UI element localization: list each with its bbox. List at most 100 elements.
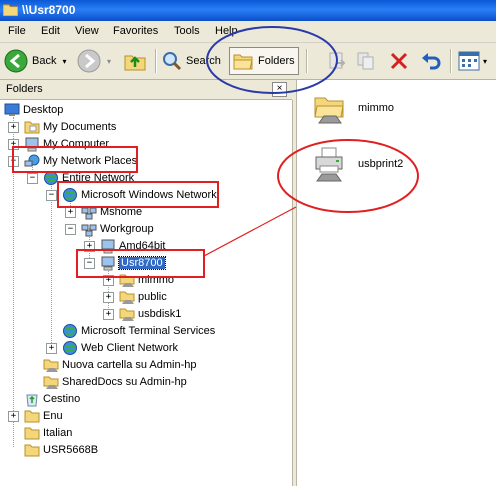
close-pane-button[interactable]: × — [272, 82, 287, 97]
move-to-button[interactable] — [327, 47, 349, 75]
tree-item-my-computer[interactable]: My Computer — [24, 135, 109, 152]
search-label: Search — [186, 55, 221, 67]
menu-view[interactable]: View — [75, 25, 99, 37]
collapse-toggle[interactable]: − — [84, 258, 95, 269]
folder-icon — [24, 410, 40, 422]
title-bar: \\Usr8700 — [0, 0, 496, 21]
computer-icon — [25, 137, 39, 151]
menu-tools[interactable]: Tools — [174, 25, 200, 37]
collapse-toggle[interactable]: − — [8, 156, 19, 167]
tree-item-usbdisk1[interactable]: usbdisk1 — [119, 305, 181, 322]
expand-toggle[interactable]: + — [103, 292, 114, 303]
back-dropdown-icon[interactable]: ▾ — [62, 57, 66, 66]
back-button[interactable]: Back ▾ — [4, 47, 72, 75]
folders-label: Folders — [258, 55, 295, 67]
folders-pane-header: Folders × — [0, 80, 292, 100]
tree-item-workgroup[interactable]: Workgroup — [81, 220, 154, 237]
tree-label: SharedDocs su Admin-hp — [62, 375, 187, 388]
toolbar-separator — [306, 49, 308, 73]
views-button[interactable]: ▾ — [458, 47, 494, 75]
tree-label: Amd64bit — [119, 239, 166, 252]
tree-label: mimmo — [138, 273, 175, 286]
tree-item-amd64bit[interactable]: Amd64bit — [100, 237, 165, 254]
search-button[interactable]: Search — [162, 47, 224, 75]
content-item-usbprint2[interactable]: usbprint2 — [313, 144, 453, 184]
expand-toggle[interactable]: + — [84, 241, 95, 252]
shared-folder-icon — [314, 97, 344, 124]
folder-icon — [24, 427, 40, 439]
copy-to-button[interactable] — [356, 47, 378, 75]
move-to-icon — [329, 52, 346, 69]
folders-icon — [233, 54, 253, 70]
tree-label: Enu — [43, 409, 63, 422]
shared-folder-icon — [119, 291, 135, 304]
folder-tree[interactable]: Desktop + My Documents + My Computer − M… — [0, 100, 293, 486]
expand-toggle[interactable]: + — [103, 275, 114, 286]
tree-label: usbdisk1 — [138, 307, 182, 320]
collapse-toggle[interactable]: − — [27, 173, 38, 184]
tree-label: My Documents — [43, 120, 117, 133]
tree-label: My Computer — [43, 137, 110, 150]
tree-item-nuova-cartella[interactable]: Nuova cartella su Admin-hp — [43, 356, 197, 373]
menu-file[interactable]: File — [8, 25, 26, 37]
views-icon — [458, 51, 480, 71]
expand-toggle[interactable]: + — [8, 411, 19, 422]
content-item-mimmo[interactable]: mimmo — [313, 90, 453, 126]
content-item-label: mimmo — [358, 102, 395, 114]
menu-help[interactable]: Help — [215, 25, 238, 37]
tree-label: My Network Places — [43, 154, 138, 167]
menu-edit[interactable]: Edit — [41, 25, 60, 37]
collapse-toggle[interactable]: − — [46, 190, 57, 201]
globe-icon — [63, 187, 77, 202]
tree-item-desktop[interactable]: Desktop — [4, 101, 63, 118]
up-folder-button[interactable] — [124, 47, 150, 75]
tree-item-enu[interactable]: Enu — [24, 407, 63, 424]
tree-line — [51, 177, 52, 351]
tree-label: Microsoft Terminal Services — [81, 324, 216, 337]
shared-folder-icon — [119, 274, 135, 287]
expand-toggle[interactable]: + — [8, 139, 19, 150]
workgroup-icon — [81, 224, 97, 236]
forward-button[interactable]: ▾ — [77, 47, 117, 75]
desktop-icon — [4, 103, 20, 116]
expand-toggle[interactable]: + — [8, 122, 19, 133]
folder-icon — [24, 121, 40, 133]
tree-item-usr5668b[interactable]: USR5668B — [24, 441, 98, 458]
expand-toggle[interactable]: + — [65, 207, 76, 218]
tree-item-shareddocs[interactable]: SharedDocs su Admin-hp — [43, 373, 187, 390]
menu-favorites[interactable]: Favorites — [113, 25, 158, 37]
globe-icon — [63, 340, 77, 355]
tree-item-entire-network[interactable]: Entire Network — [43, 169, 134, 186]
tree-item-usr8700[interactable]: Usr8700 — [100, 254, 166, 271]
back-label: Back — [32, 55, 57, 67]
tree-item-cestino[interactable]: Cestino — [24, 390, 80, 407]
recycle-bin-icon — [26, 394, 38, 406]
delete-button[interactable] — [389, 47, 411, 75]
content-pane[interactable]: mimmo usbprint2 — [296, 80, 496, 486]
views-dropdown-icon[interactable]: ▾ — [483, 57, 487, 66]
globe-icon — [44, 170, 58, 185]
tree-item-public[interactable]: public — [119, 288, 167, 305]
workgroup-icon — [81, 207, 97, 219]
toolbar: Back ▾ ▾ Search Folders ▾ — [0, 43, 496, 80]
tree-item-my-documents[interactable]: My Documents — [24, 118, 116, 135]
tree-label: Mshome — [100, 205, 143, 218]
expand-toggle[interactable]: + — [103, 309, 114, 320]
tree-item-ms-terminal-services[interactable]: Microsoft Terminal Services — [62, 322, 215, 339]
expand-toggle[interactable]: + — [46, 343, 57, 354]
tree-item-mimmo[interactable]: mimmo — [119, 271, 174, 288]
tree-label-selected: Usr8700 — [118, 255, 166, 270]
tree-item-microsoft-windows-network[interactable]: Microsoft Windows Network — [62, 186, 217, 203]
tree-item-my-network-places[interactable]: My Network Places — [24, 152, 137, 169]
collapse-toggle[interactable]: − — [65, 224, 76, 235]
tree-item-italian[interactable]: Italian — [24, 424, 72, 441]
computer-icon — [101, 256, 115, 270]
undo-button[interactable] — [420, 47, 444, 75]
tree-item-web-client-network[interactable]: Web Client Network — [62, 339, 178, 356]
folders-button[interactable]: Folders — [229, 47, 299, 75]
forward-dropdown-icon[interactable]: ▾ — [107, 57, 111, 66]
back-arrow-icon — [4, 49, 28, 73]
printer-icon — [315, 147, 343, 182]
copy-to-icon — [357, 52, 374, 70]
tree-item-mshome[interactable]: Mshome — [81, 203, 142, 220]
